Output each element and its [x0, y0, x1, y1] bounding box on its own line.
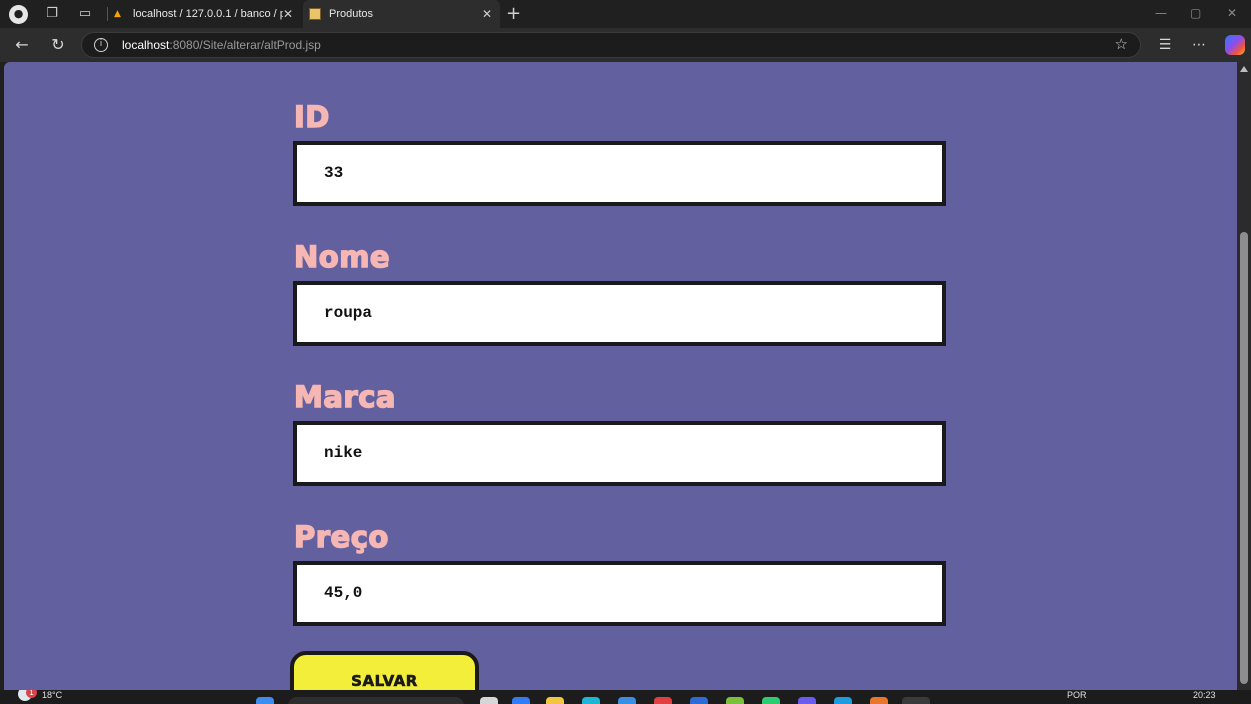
app-icon[interactable] — [870, 697, 888, 704]
copilot-icon[interactable] — [1225, 35, 1245, 55]
id-label: ID — [293, 99, 330, 135]
profile-icon[interactable]: ● — [9, 5, 28, 24]
page-favicon — [309, 8, 321, 20]
minimize-icon[interactable]: — — [1155, 6, 1167, 20]
close-window-icon[interactable]: ✕ — [1227, 6, 1237, 20]
favorites-icon[interactable]: ☰ — [1154, 34, 1176, 56]
id-input[interactable]: 33 — [293, 141, 946, 206]
app-icon[interactable] — [618, 697, 636, 704]
page-viewport: ID 33 Nome roupa Marca nike Preço 45,0 S… — [4, 62, 1237, 690]
url-text: localhost:8080/Site/alterar/altProd.jsp — [122, 38, 321, 52]
scroll-up-icon[interactable] — [1240, 66, 1248, 72]
tab-actions-icon[interactable]: ▭ — [76, 5, 94, 23]
tab-title: localhost / 127.0.0.1 / banco / produtos — [133, 8, 283, 20]
marca-label: Marca — [293, 379, 396, 415]
edge-icon[interactable] — [512, 697, 530, 704]
tab-phpmyadmin[interactable]: ▲ localhost / 127.0.0.1 / banco / produt… — [107, 0, 301, 28]
refresh-button[interactable]: ↻ — [47, 34, 69, 56]
close-icon[interactable]: ✕ — [283, 0, 293, 28]
tab-produtos[interactable]: Produtos ✕ — [303, 0, 500, 28]
marca-input[interactable]: nike — [293, 421, 946, 486]
nome-label: Nome — [293, 239, 391, 275]
preco-input[interactable]: 45,0 — [293, 561, 946, 626]
back-button[interactable]: ← — [11, 34, 33, 56]
taskbar: 1 18°C POR 20:23 — [0, 690, 1251, 704]
browser-toolbar: ← ↻ i localhost:8080/Site/alterar/altPro… — [0, 28, 1251, 62]
search-box[interactable] — [288, 697, 464, 704]
workspaces-icon[interactable]: ❐ — [43, 5, 61, 23]
app-icon[interactable] — [690, 697, 708, 704]
browser-titlebar: ● ❐ ▭ ▲ localhost / 127.0.0.1 / banco / … — [0, 0, 1251, 28]
store-icon[interactable] — [582, 697, 600, 704]
tab-title: Produtos — [329, 8, 374, 20]
scrollbar[interactable] — [1237, 62, 1251, 690]
language-indicator[interactable]: POR — [1067, 690, 1087, 700]
app-icon[interactable] — [654, 697, 672, 704]
weather-badge: 1 — [26, 690, 37, 698]
info-icon[interactable]: i — [94, 38, 108, 52]
close-icon[interactable]: ✕ — [482, 0, 492, 28]
active-app-icon[interactable] — [902, 697, 930, 704]
maximize-icon[interactable]: ▢ — [1190, 6, 1201, 20]
phpmyadmin-icon: ▲ — [114, 9, 121, 19]
app-icon[interactable] — [834, 697, 852, 704]
favorite-star-icon[interactable]: ☆ — [1115, 35, 1128, 53]
app-icon[interactable] — [726, 697, 744, 704]
task-view-icon[interactable] — [480, 697, 498, 704]
preco-label: Preço — [293, 519, 389, 555]
address-bar[interactable]: i localhost:8080/Site/alterar/altProd.js… — [81, 32, 1141, 58]
app-icon[interactable] — [798, 697, 816, 704]
nome-input[interactable]: roupa — [293, 281, 946, 346]
start-icon[interactable] — [256, 697, 274, 704]
more-options-icon[interactable]: ⋯ — [1188, 34, 1210, 56]
file-explorer-icon[interactable] — [546, 697, 564, 704]
new-tab-button[interactable]: + — [506, 3, 521, 24]
app-icon[interactable] — [762, 697, 780, 704]
save-button[interactable]: SALVAR — [290, 651, 479, 690]
temperature-text: 18°C — [42, 690, 63, 700]
scroll-thumb[interactable] — [1240, 232, 1248, 684]
clock[interactable]: 20:23 — [1193, 690, 1216, 700]
